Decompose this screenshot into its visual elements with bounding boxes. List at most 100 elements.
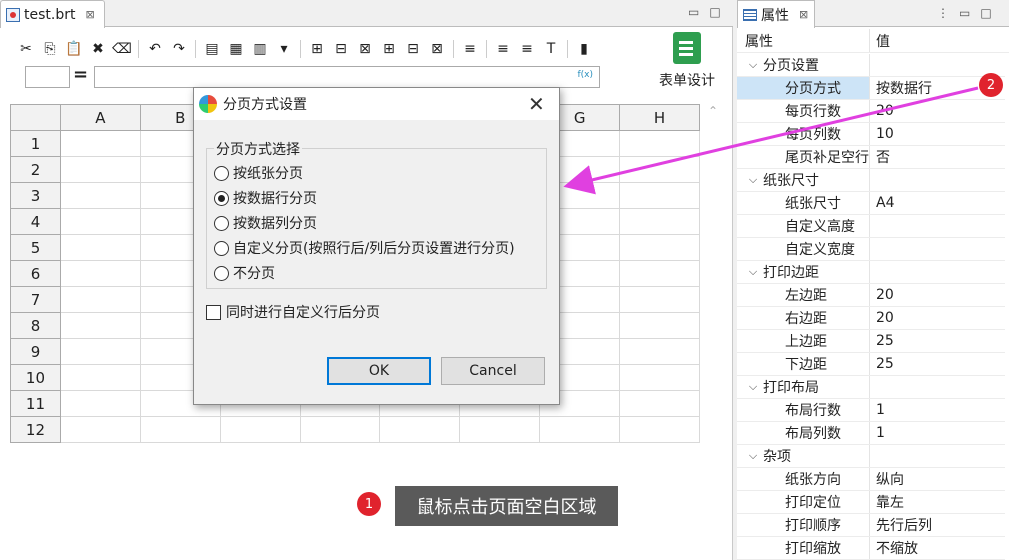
sheet-cell[interactable] <box>59 338 141 365</box>
property-group[interactable]: ⌵ 杂项 <box>737 445 1005 468</box>
property-value[interactable]: 否 <box>870 146 1005 168</box>
sheet-cell[interactable] <box>59 390 141 417</box>
toolbar-button-icon[interactable]: ✂ <box>16 39 36 59</box>
scroll-up-icon[interactable]: ⌃ <box>708 104 718 118</box>
toolbar-button-icon[interactable]: ↷ <box>169 39 189 59</box>
radio-option[interactable]: 不分页 <box>214 263 275 283</box>
chevron-down-icon[interactable]: ⌵ <box>743 173 763 187</box>
tab-properties[interactable]: 属性 ⊠ <box>737 0 815 28</box>
view-menu-icon[interactable]: ⋮ <box>937 6 949 20</box>
property-value[interactable]: 20 <box>870 284 1005 306</box>
property-group[interactable]: ⌵ 分页设置 <box>737 54 1005 77</box>
sheet-cell[interactable] <box>619 208 700 235</box>
sheet-cell[interactable] <box>459 416 541 443</box>
property-row[interactable]: 打印缩放 不缩放 <box>737 537 1005 560</box>
radio-button[interactable] <box>214 240 229 256</box>
property-value[interactable]: 20 <box>870 307 1005 329</box>
row-header[interactable]: 8 <box>10 312 61 339</box>
column-header[interactable]: H <box>619 104 700 131</box>
toolbar-button-icon[interactable]: ▾ <box>274 39 294 59</box>
property-value[interactable]: 先行后列 <box>870 514 1005 536</box>
sheet-cell[interactable] <box>59 364 141 391</box>
chevron-down-icon[interactable]: ⌵ <box>743 58 763 72</box>
sheet-cell[interactable] <box>619 260 700 287</box>
sheet-cell[interactable] <box>59 312 141 339</box>
property-value[interactable]: 纵向 <box>870 468 1005 490</box>
property-row[interactable]: 下边距 25 <box>737 353 1005 376</box>
toolbar-button-icon[interactable]: ⊟ <box>403 39 423 59</box>
tab-close-icon[interactable]: ⊠ <box>85 8 94 21</box>
maximize-icon[interactable]: □ <box>709 5 720 19</box>
sheet-cell[interactable] <box>619 416 700 443</box>
property-row[interactable]: 自定义高度 <box>737 215 1005 238</box>
minimize-icon[interactable]: ▭ <box>688 5 699 19</box>
toolbar-button-icon[interactable]: ↶ <box>145 39 165 59</box>
property-value[interactable]: 靠左 <box>870 491 1005 513</box>
toolbar-button-icon[interactable]: ▥ <box>250 39 270 59</box>
toolbar-button-icon[interactable]: ⊠ <box>427 39 447 59</box>
toolbar-button-icon[interactable]: ⎘ <box>40 39 60 59</box>
sheet-cell[interactable] <box>59 234 141 261</box>
row-header[interactable]: 3 <box>10 182 61 209</box>
radio-button[interactable] <box>214 190 229 206</box>
property-value[interactable]: 不缩放 <box>870 537 1005 559</box>
property-row[interactable]: 自定义宽度 <box>737 238 1005 261</box>
close-icon[interactable]: ✕ <box>528 92 545 116</box>
property-value[interactable] <box>870 238 1005 260</box>
toolbar-button-icon[interactable]: 📋 <box>64 39 84 59</box>
row-header[interactable]: 6 <box>10 260 61 287</box>
row-header[interactable]: 11 <box>10 390 61 417</box>
property-row[interactable]: 打印定位 靠左 <box>737 491 1005 514</box>
radio-button[interactable] <box>214 215 229 231</box>
row-header[interactable]: 10 <box>10 364 61 391</box>
sheet-corner[interactable] <box>10 104 61 131</box>
chevron-down-icon[interactable]: ⌵ <box>743 449 763 463</box>
property-row[interactable]: 尾页补足空行否 <box>737 146 1005 169</box>
property-row[interactable]: 纸张方向 纵向 <box>737 468 1005 491</box>
sheet-cell[interactable] <box>539 416 621 443</box>
row-header[interactable]: 7 <box>10 286 61 313</box>
sheet-cell[interactable] <box>619 182 700 209</box>
row-header[interactable]: 9 <box>10 338 61 365</box>
property-group[interactable]: ⌵ 打印布局 <box>737 376 1005 399</box>
property-row[interactable]: 布局列数 1 <box>737 422 1005 445</box>
property-row[interactable]: 左边距 20 <box>737 284 1005 307</box>
property-value[interactable]: 1 <box>870 422 1005 444</box>
column-header[interactable]: A <box>59 104 141 131</box>
sheet-cell[interactable] <box>59 416 141 443</box>
row-header[interactable]: 5 <box>10 234 61 261</box>
property-group[interactable]: ⌵ 打印边距 <box>737 261 1005 284</box>
property-value[interactable] <box>870 215 1005 237</box>
sheet-cell[interactable] <box>59 130 141 157</box>
sheet-cell[interactable] <box>59 208 141 235</box>
radio-button[interactable] <box>214 165 229 181</box>
formula-input[interactable]: f(x) <box>94 66 600 88</box>
property-group[interactable]: ⌵ 纸张尺寸 <box>737 169 1005 192</box>
property-value[interactable]: 20 <box>870 100 1005 122</box>
row-header[interactable]: 2 <box>10 156 61 183</box>
chevron-down-icon[interactable]: ⌵ <box>743 380 763 394</box>
sheet-cell[interactable] <box>619 286 700 313</box>
toolbar-button-icon[interactable]: ≡ <box>493 39 513 59</box>
property-value[interactable] <box>870 169 1005 191</box>
fx-icon[interactable]: f(x) <box>577 70 593 80</box>
property-row[interactable]: 分页方式 按数据行 <box>737 77 1005 100</box>
toolbar-button-icon[interactable]: ⊞ <box>307 39 327 59</box>
toolbar-button-icon[interactable]: ⊞ <box>379 39 399 59</box>
radio-option[interactable]: 按数据行分页 <box>214 188 317 208</box>
sheet-cell[interactable] <box>139 416 221 443</box>
sheet-cell[interactable] <box>59 286 141 313</box>
sheet-cell[interactable] <box>59 182 141 209</box>
toolbar-button-icon[interactable]: ⊟ <box>331 39 351 59</box>
property-row[interactable]: 每页行数 20 <box>737 100 1005 123</box>
property-row[interactable]: 打印顺序 先行后列 <box>737 514 1005 537</box>
row-header[interactable]: 4 <box>10 208 61 235</box>
maximize-icon[interactable]: □ <box>980 6 991 20</box>
property-value[interactable] <box>870 261 1005 283</box>
sheet-cell[interactable] <box>619 130 700 157</box>
radio-button[interactable] <box>214 265 229 281</box>
sheet-cell[interactable] <box>59 260 141 287</box>
form-design-button[interactable]: 表单设计 <box>648 32 726 94</box>
toolbar-button-icon[interactable]: ▮ <box>574 39 594 59</box>
radio-option[interactable]: 自定义分页(按照行后/列后分页设置进行分页) <box>214 238 515 258</box>
